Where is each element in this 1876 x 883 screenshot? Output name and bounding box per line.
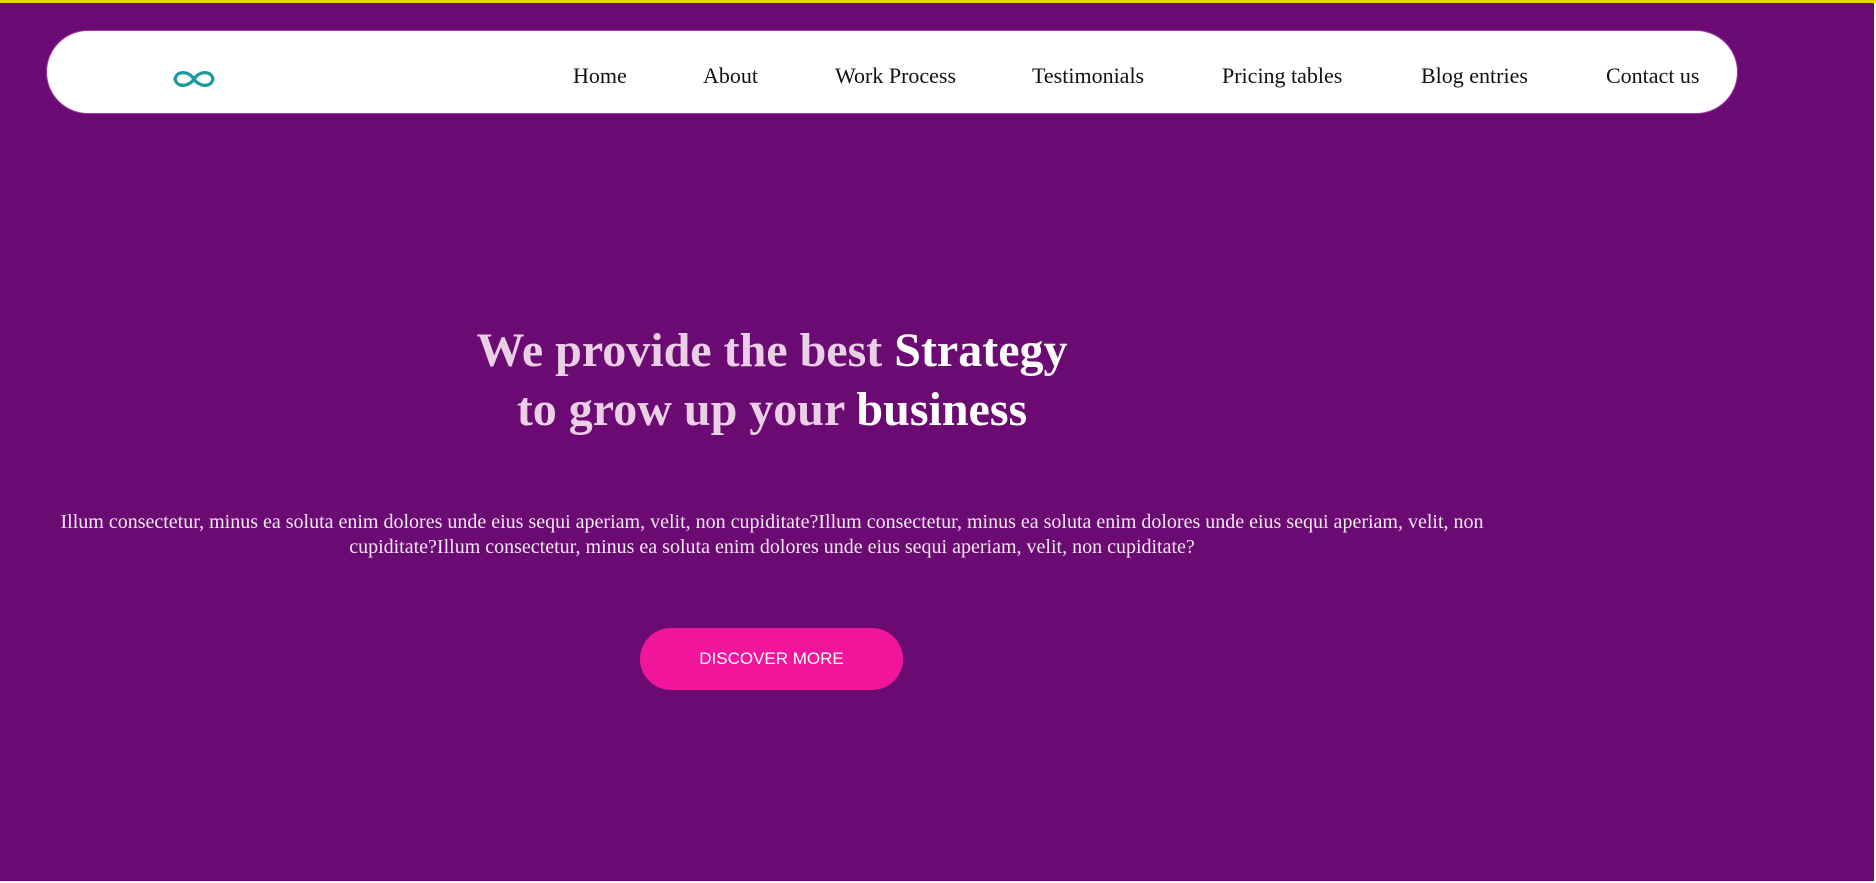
hero-section: Home About Work Process Testimonials Pri… xyxy=(0,3,1876,881)
hero-headline: We provide the best Strategy to grow up … xyxy=(0,321,1544,439)
page: Home About Work Process Testimonials Pri… xyxy=(0,0,1876,883)
infinity-icon[interactable] xyxy=(171,67,217,91)
nav-work-process[interactable]: Work Process xyxy=(835,65,956,87)
navbar: Home About Work Process Testimonials Pri… xyxy=(46,30,1738,114)
headline-highlight-strategy: Strategy xyxy=(894,324,1068,377)
nav-contact-us[interactable]: Contact us xyxy=(1606,65,1700,87)
nav-pricing-tables[interactable]: Pricing tables xyxy=(1222,65,1342,87)
nav-testimonials[interactable]: Testimonials xyxy=(1032,65,1144,87)
nav-home[interactable]: Home xyxy=(573,65,627,87)
discover-more-label: DISCOVER MORE xyxy=(699,649,844,668)
headline-line1-text: We provide the best xyxy=(476,324,895,377)
nav-blog-entries[interactable]: Blog entries xyxy=(1421,65,1528,87)
nav-about[interactable]: About xyxy=(703,65,758,87)
hero-description: Illum consectetur, minus ea soluta enim … xyxy=(60,511,1484,558)
headline-highlight-business: business xyxy=(856,383,1028,436)
discover-more-button[interactable]: DISCOVER MORE xyxy=(640,628,903,690)
headline-line2-text: to grow up your xyxy=(516,383,857,436)
